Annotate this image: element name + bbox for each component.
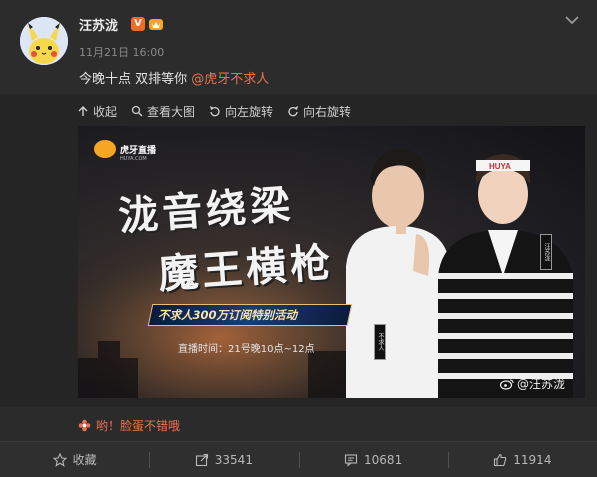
poster-title-line1: 泷音绕梁: [116, 180, 296, 241]
repost-text: 哟！脸蛋不错哦: [96, 419, 181, 433]
rotate-right-button[interactable]: 向右旋转: [287, 101, 351, 121]
like-button[interactable]: 11914: [447, 442, 597, 477]
rotate-right-icon: [288, 106, 299, 117]
logo-subtext: HUYA.COM: [120, 156, 147, 162]
repost-link[interactable]: 哟！脸蛋不错哦: [78, 417, 180, 434]
favorite-label: 收藏: [72, 453, 97, 467]
comment-count: 10681: [364, 452, 403, 467]
repost-count: 33541: [214, 452, 253, 467]
logo-text: 虎牙直播: [120, 145, 157, 156]
post-time[interactable]: 11月21日 16:00: [79, 44, 164, 60]
image-toolbar: 收起 查看大图 向左旋转 向右旋转: [77, 101, 351, 121]
repost-button[interactable]: 33541: [149, 442, 298, 477]
rotate-right-label: 向右旋转: [303, 104, 352, 119]
flower-icon: [78, 419, 91, 432]
thumbs-up-icon: [494, 453, 507, 466]
verified-badge-icon: V: [131, 17, 145, 31]
comment-button[interactable]: 10681: [298, 442, 448, 477]
collapse-button[interactable]: 收起: [77, 101, 117, 121]
magnifier-icon: [131, 105, 143, 117]
share-icon: [195, 453, 208, 466]
avatar[interactable]: [20, 17, 68, 65]
post-body: 今晚十点 双排等你: [79, 72, 192, 87]
rotate-left-icon: [210, 106, 220, 117]
comment-icon: [344, 453, 358, 467]
arrow-up-icon: [78, 106, 88, 116]
shirt-text: HUYA: [489, 162, 511, 171]
like-count: 11914: [513, 452, 552, 467]
poster-title-line2: 魔王横枪: [156, 238, 336, 299]
poster-banner-text: 不求人300万订阅特别活动: [158, 308, 298, 322]
image-panel: 收起 查看大图 向左旋转 向右旋转 HUYA 虎牙直播 HUYA.COM 泷音绕…: [0, 94, 597, 407]
username[interactable]: 汪苏泷: [79, 15, 118, 34]
favorite-button[interactable]: 收藏: [0, 442, 149, 477]
weibo-logo-icon: [500, 379, 514, 390]
pikachu-avatar-icon: [20, 17, 68, 65]
mention-link[interactable]: @虎牙不求人: [191, 72, 269, 87]
star-icon: [52, 452, 67, 467]
poster-airtime: 直播时间：21号晚10点~12点: [178, 344, 315, 355]
watermark-text: @汪苏泷: [517, 377, 566, 391]
rotate-left-label: 向左旋转: [225, 104, 274, 119]
view-large-button[interactable]: 查看大图: [131, 101, 195, 121]
repost-area: 哟！脸蛋不错哦: [0, 407, 597, 441]
vip-crown-icon: [149, 19, 163, 30]
poster-tag-left: 不求人: [374, 324, 386, 360]
action-bar: 收藏 33541 10681 11914: [0, 441, 597, 477]
huya-logo-icon: [94, 140, 116, 158]
post-text: 今晚十点 双排等你 @虎牙不求人: [79, 68, 269, 87]
poster-watermark: @汪苏泷: [500, 375, 565, 392]
post-image[interactable]: HUYA 虎牙直播 HUYA.COM 泷音绕梁 魔王横枪 不求人300万订阅特别…: [78, 126, 585, 398]
rotate-left-button[interactable]: 向左旋转: [209, 101, 273, 121]
post-header: 汪苏泷 V 11月21日 16:00 今晚十点 双排等你 @虎牙不求人: [0, 0, 597, 94]
poster-tag-right: 汪苏泷: [540, 234, 552, 270]
view-large-label: 查看大图: [147, 104, 196, 119]
chevron-down-icon[interactable]: [565, 15, 579, 25]
collapse-label: 收起: [93, 104, 118, 119]
